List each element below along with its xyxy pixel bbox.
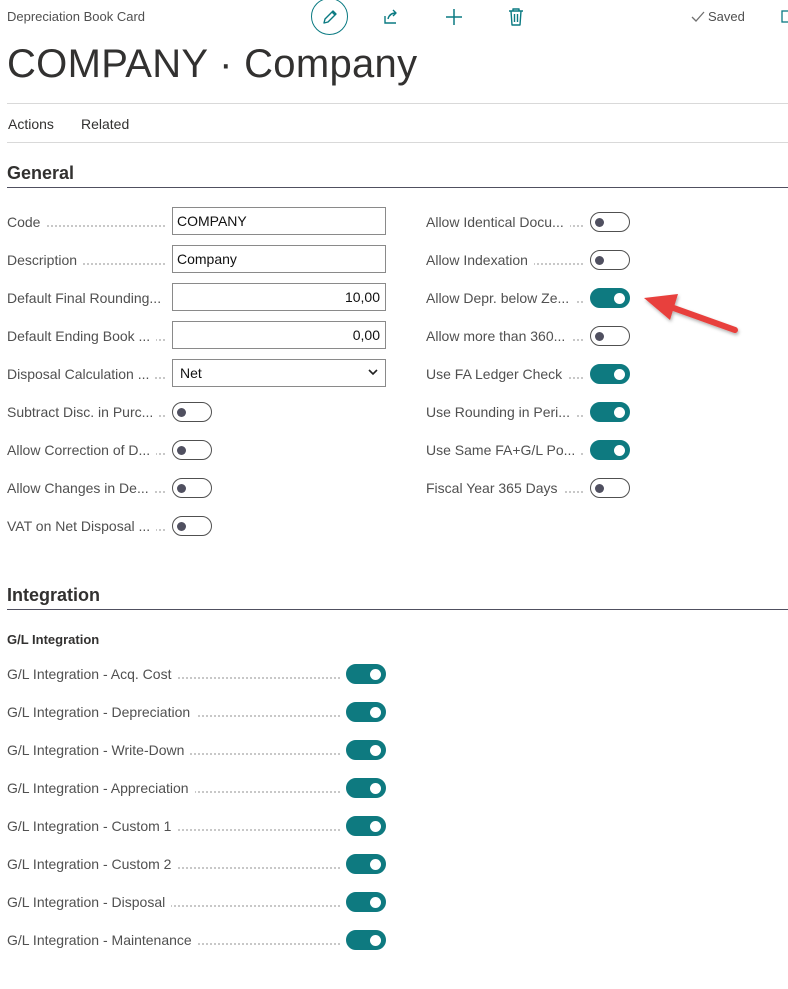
annotation-arrow bbox=[644, 294, 738, 333]
vat-net-disposal-toggle[interactable] bbox=[172, 516, 212, 536]
field-label-allow-changes: Allow Changes in De... bbox=[7, 478, 165, 498]
field-label-gl-custom-2: G/L Integration - Custom 2 bbox=[7, 854, 340, 874]
field-label-gl-maintenance: G/L Integration - Maintenance bbox=[7, 930, 340, 950]
section-heading-integration[interactable]: Integration bbox=[7, 585, 100, 606]
fiscal-year-365-days-toggle[interactable] bbox=[590, 478, 630, 498]
edit-icon bbox=[322, 9, 337, 24]
gl-write-down-toggle[interactable] bbox=[346, 740, 386, 760]
divider bbox=[7, 142, 788, 143]
field-label-gl-disposal: G/L Integration - Disposal bbox=[7, 892, 340, 912]
share-icon bbox=[384, 9, 397, 24]
field-label-use-rounding-in-period: Use Rounding in Peri... bbox=[426, 402, 583, 422]
use-rounding-in-period-toggle[interactable] bbox=[590, 402, 630, 422]
field-label-use-fa-ledger-check: Use FA Ledger Check bbox=[426, 364, 583, 384]
gl-integration-subheading: G/L Integration bbox=[7, 632, 100, 647]
allow-indexation-toggle[interactable] bbox=[590, 250, 630, 270]
gl-acq-cost-toggle[interactable] bbox=[346, 664, 386, 684]
add-icon bbox=[446, 9, 462, 25]
field-label-gl-depreciation: G/L Integration - Depreciation bbox=[7, 702, 340, 722]
field-label-allow-correction: Allow Correction of D... bbox=[7, 440, 165, 460]
field-label-default-final-rounding: Default Final Rounding... bbox=[7, 288, 165, 308]
field-label-subtract-disc: Subtract Disc. in Purc... bbox=[7, 402, 165, 422]
field-label-allow-more-than-360: Allow more than 360... bbox=[426, 326, 583, 346]
share-button[interactable] bbox=[380, 6, 402, 28]
code-input[interactable]: COMPANY bbox=[172, 207, 386, 235]
page-kind-label: Depreciation Book Card bbox=[7, 9, 146, 24]
allow-correction-toggle[interactable] bbox=[172, 440, 212, 460]
gl-maintenance-toggle[interactable] bbox=[346, 930, 386, 950]
use-fa-ledger-check-toggle[interactable] bbox=[590, 364, 630, 384]
related-menu[interactable]: Related bbox=[81, 116, 129, 132]
gl-custom-1-toggle[interactable] bbox=[346, 816, 386, 836]
use-same-fa-gl-posting-toggle[interactable] bbox=[590, 440, 630, 460]
saved-label: Saved bbox=[708, 9, 745, 24]
disposal-calculation-value: Net bbox=[180, 365, 202, 381]
allow-changes-toggle[interactable] bbox=[172, 478, 212, 498]
field-label-gl-appreciation: G/L Integration - Appreciation bbox=[7, 778, 340, 798]
top-bar: Depreciation Book Card Saved bbox=[0, 0, 788, 35]
divider bbox=[7, 103, 788, 104]
field-label-gl-acq-cost: G/L Integration - Acq. Cost bbox=[7, 664, 340, 684]
expand-icon bbox=[781, 10, 788, 23]
gl-disposal-toggle[interactable] bbox=[346, 892, 386, 912]
edit-button[interactable] bbox=[311, 0, 348, 35]
expand-button[interactable] bbox=[779, 8, 788, 26]
disposal-calculation-select[interactable]: Net bbox=[172, 359, 386, 387]
field-label-allow-indexation: Allow Indexation bbox=[426, 250, 583, 270]
allow-identical-docu-toggle[interactable] bbox=[590, 212, 630, 232]
field-label-description: Description bbox=[7, 250, 165, 270]
section-divider bbox=[7, 609, 788, 610]
field-label-allow-depr-below-zero: Allow Depr. below Ze... bbox=[426, 288, 583, 308]
checkmark-icon bbox=[691, 11, 705, 22]
description-input[interactable]: Company bbox=[172, 245, 386, 273]
saved-indicator: Saved bbox=[691, 9, 745, 24]
allow-more-than-360-toggle[interactable] bbox=[590, 326, 630, 346]
gl-custom-2-toggle[interactable] bbox=[346, 854, 386, 874]
actions-menu[interactable]: Actions bbox=[8, 116, 54, 132]
section-divider bbox=[7, 187, 788, 188]
field-label-fiscal-year-365-days: Fiscal Year 365 Days bbox=[426, 478, 583, 498]
field-label-use-same-fa-gl-posting: Use Same FA+G/L Po... bbox=[426, 440, 583, 460]
allow-depr-below-zero-toggle[interactable] bbox=[590, 288, 630, 308]
field-label-gl-write-down: G/L Integration - Write-Down bbox=[7, 740, 340, 760]
new-button[interactable] bbox=[443, 6, 465, 28]
gl-depreciation-toggle[interactable] bbox=[346, 702, 386, 722]
field-label-default-ending-book: Default Ending Book ... bbox=[7, 326, 165, 346]
field-label-allow-identical-docu: Allow Identical Docu... bbox=[426, 212, 583, 232]
field-label-gl-custom-1: G/L Integration - Custom 1 bbox=[7, 816, 340, 836]
field-label-code: Code bbox=[7, 212, 165, 232]
delete-icon bbox=[509, 8, 523, 26]
field-label-disposal-calculation: Disposal Calculation ... bbox=[7, 364, 165, 384]
delete-button[interactable] bbox=[505, 6, 527, 28]
default-ending-book-input[interactable]: 0,00 bbox=[172, 321, 386, 349]
subtract-disc-toggle[interactable] bbox=[172, 402, 212, 422]
field-label-vat-net-disposal: VAT on Net Disposal ... bbox=[7, 516, 165, 536]
chevron-down-icon bbox=[367, 360, 379, 386]
default-final-rounding-input[interactable]: 10,00 bbox=[172, 283, 386, 311]
page-title: COMPANY · Company bbox=[7, 42, 418, 86]
gl-appreciation-toggle[interactable] bbox=[346, 778, 386, 798]
section-heading-general[interactable]: General bbox=[7, 163, 74, 184]
